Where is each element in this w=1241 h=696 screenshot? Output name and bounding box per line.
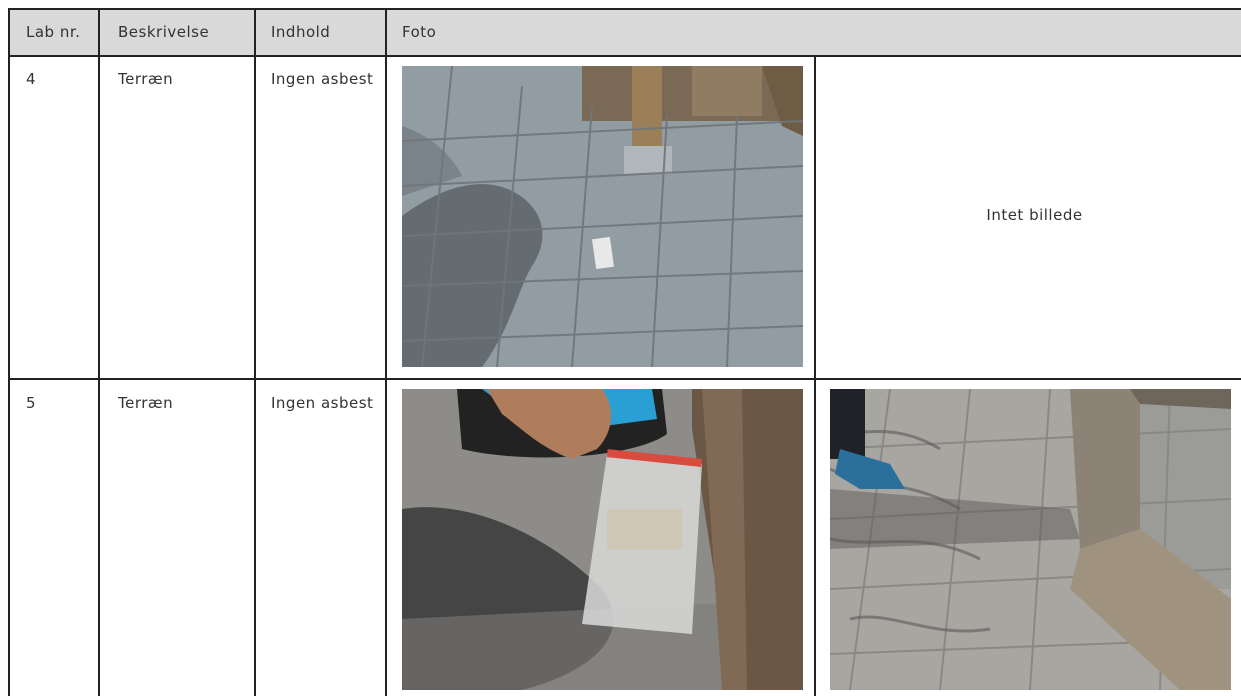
grid-line — [8, 55, 1241, 57]
grid-line — [8, 8, 1241, 10]
row-lab-nr: 5 — [26, 394, 37, 412]
grid-line — [385, 8, 387, 696]
photo-tiles-and-wooden-beam — [830, 389, 1231, 690]
grid-line — [8, 378, 1241, 380]
grid-line — [814, 56, 816, 696]
header-indhold: Indhold — [271, 23, 331, 41]
row-indhold: Ingen asbest — [271, 394, 374, 412]
photo-hand-holding-sample-bag — [402, 389, 803, 690]
no-image-placeholder: Intet billede — [986, 206, 1083, 224]
sample-table: Lab nr. Beskrivelse Indhold Foto 4 Terræ… — [8, 8, 1241, 696]
row-indhold: Ingen asbest — [271, 70, 374, 88]
header-foto: Foto — [402, 23, 437, 41]
grid-line — [254, 8, 256, 696]
header-lab-nr: Lab nr. — [26, 23, 81, 41]
header-beskrivelse: Beskrivelse — [118, 23, 210, 41]
row-lab-nr: 4 — [26, 70, 37, 88]
row-beskrivelse: Terræn — [118, 394, 174, 412]
photo-tiles-with-sample-bag — [402, 66, 803, 367]
row-beskrivelse: Terræn — [118, 70, 174, 88]
grid-line — [98, 8, 100, 696]
grid-line — [8, 8, 10, 696]
